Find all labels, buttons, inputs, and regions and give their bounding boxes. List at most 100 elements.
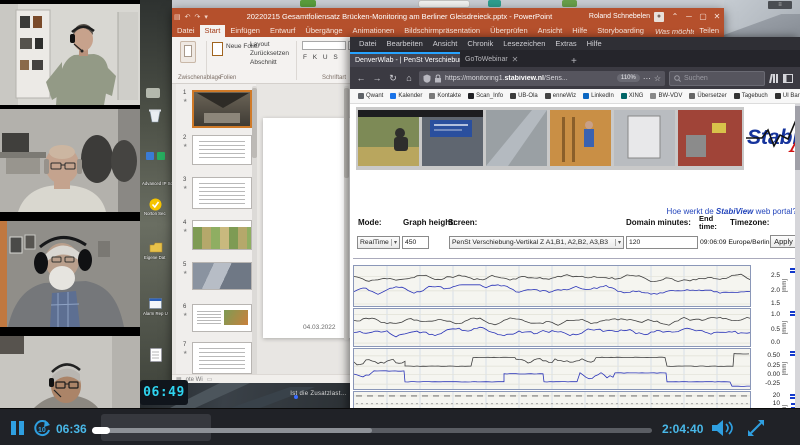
mode-select[interactable]: RealTime▾ [357, 236, 400, 249]
minimize-button[interactable]: ─ [682, 12, 696, 21]
bookmark--bersetzer[interactable]: Übersetzer [689, 93, 726, 99]
new-tab-button[interactable]: + [565, 56, 583, 67]
firefox-menu-hilfe[interactable]: Hilfe [583, 39, 606, 48]
rewind-10-icon[interactable]: 10 [32, 418, 52, 438]
ppt-tab-animationen[interactable]: Animationen [348, 25, 400, 37]
tell-me-box[interactable]: Was möchten Sie tun [649, 25, 694, 37]
ribbon-display-options-icon[interactable]: ⌃ [668, 12, 682, 21]
firefox-menu-chronik[interactable]: Chronik [463, 39, 497, 48]
bookmark-qwant[interactable]: Qwant [358, 93, 383, 99]
thumbnail-scrollbar[interactable] [252, 86, 257, 378]
pause-icon-bar2[interactable] [19, 421, 24, 435]
shield-icon[interactable] [423, 74, 431, 83]
share-button[interactable]: Teilen [694, 25, 724, 37]
bookmark-ennewiz[interactable]: enneWiz [545, 93, 576, 99]
recycle-bin-icon[interactable] [148, 108, 162, 123]
ppt-tab-überprüfen[interactable]: Überprüfen [485, 25, 533, 37]
font-style-buttons[interactable]: F K U S [303, 54, 340, 61]
avatar[interactable]: ● [654, 12, 664, 22]
bookmark-kontakte[interactable]: Kontakte [429, 93, 461, 99]
bookmark-ui-bar[interactable]: UI Bar [775, 93, 800, 99]
ppt-tab-start[interactable]: Start [200, 25, 226, 37]
apply-button[interactable]: Apply [770, 235, 797, 248]
quick-access-dropdown-icon[interactable]: ▾ [204, 13, 208, 21]
alarm-window-icon[interactable] [149, 298, 162, 309]
desktop-app-icon-2[interactable] [157, 152, 165, 160]
account-name[interactable]: Roland Schnebelen [589, 13, 650, 20]
bookmark-linkedin[interactable]: LinkedIn [583, 93, 614, 99]
url-bar[interactable]: https://monitoring1.stabiview.nl/Sens...… [419, 71, 665, 86]
ppt-tab-übergänge[interactable]: Übergänge [300, 25, 347, 37]
tab-close-icon[interactable]: ✕ [512, 55, 519, 64]
slide-thumbnail-5[interactable] [192, 262, 252, 290]
ppt-tab-ansicht[interactable]: Ansicht [533, 25, 568, 37]
progress-bar[interactable] [92, 428, 652, 433]
graph-height-input[interactable]: 450 [402, 236, 429, 249]
slide-thumbnail-2[interactable] [192, 135, 252, 165]
section-button[interactable]: Abschnitt [250, 59, 277, 66]
folder-icon[interactable] [149, 242, 163, 253]
ppt-tab-entwurf[interactable]: Entwurf [265, 25, 300, 37]
tab-title: GoToWebinar [465, 56, 508, 63]
norton-icon[interactable] [149, 198, 162, 211]
sidebar-icon[interactable] [783, 74, 793, 83]
reset-button[interactable]: Zurücksetzen [250, 50, 289, 57]
desktop-wallpaper-corner: ≡ [724, 0, 800, 38]
browser-tab-gotowebinar[interactable]: GoToWebinar ✕ [460, 52, 565, 67]
browser-scrollbar[interactable] [795, 104, 800, 445]
firefox-menu-extras[interactable]: Extras [551, 39, 580, 48]
desktop-app-icon[interactable] [146, 152, 154, 160]
firefox-menu-datei[interactable]: Datei [355, 39, 381, 48]
stabiview-help-link[interactable]: Hoe werkt de StabiView web portal? [667, 207, 797, 216]
maximize-button[interactable]: ▢ [696, 12, 710, 21]
layout-button[interactable]: Layout [250, 41, 270, 48]
screen-select[interactable]: PenSt Verschiebung-Vertikal Z A1,B1, A2,… [449, 236, 624, 249]
search-box[interactable]: Suchen [669, 71, 765, 86]
slide-scrollbar[interactable] [344, 86, 349, 340]
redo-icon[interactable]: ↷ [195, 13, 201, 21]
firefox-menu-lesezeichen[interactable]: Lesezeichen [499, 39, 549, 48]
document-icon[interactable] [150, 348, 162, 362]
slides-group-label: Folien [220, 75, 236, 81]
firefox-menu-ansicht[interactable]: Ansicht [429, 39, 462, 48]
pause-icon[interactable] [11, 421, 16, 435]
home-icon[interactable]: ⌂ [403, 73, 415, 83]
paste-button[interactable] [180, 41, 196, 63]
slide-thumbnail-1[interactable] [192, 90, 252, 128]
ppt-tab-storyboarding[interactable]: Storyboarding [592, 25, 649, 37]
forward-icon[interactable]: → [371, 73, 383, 83]
back-icon[interactable]: ← [355, 73, 367, 83]
ppt-tab-einfügen[interactable]: Einfügen [225, 25, 265, 37]
bookmark-ub-ola[interactable]: UB-Ola [510, 93, 538, 99]
slide-thumbnail-4[interactable] [192, 220, 252, 250]
fullscreen-icon[interactable] [746, 418, 766, 438]
browser-tab-stabiview[interactable]: DenverWlab - | PenSt Verschiebun... ✕ [350, 52, 460, 67]
ppt-tab-hilfe[interactable]: Hilfe [567, 25, 592, 37]
screen: ≡ ▤ ↶ ↷ ▾ 20220215 Gesamtfoliensatz Brüc… [0, 0, 800, 445]
bookmark-tagebuch[interactable]: Tagebuch [734, 93, 768, 99]
save-icon[interactable]: ▤ [174, 13, 181, 21]
reload-icon[interactable]: ↻ [387, 73, 399, 84]
slide-thumbnail-6[interactable] [192, 304, 252, 332]
bookmark-scan-info[interactable]: Scan_Info [468, 93, 503, 99]
bookmark-xing[interactable]: XING [621, 93, 644, 99]
bookmark-star-ic on[interactable]: ☆ [654, 74, 661, 83]
firefox-menu-bearbeiten[interactable]: Bearbeiten [383, 39, 427, 48]
volume-icon[interactable] [710, 419, 736, 437]
close-button[interactable]: ✕ [710, 12, 724, 21]
undo-icon[interactable]: ↶ [185, 13, 191, 21]
slide-thumbnail-3[interactable] [192, 177, 252, 209]
bookmark-kalender[interactable]: Kalender [390, 93, 422, 99]
font-name-combo[interactable] [302, 41, 346, 50]
bookmark-bw-vdv[interactable]: BW-VDV [650, 93, 682, 99]
page-actions-icon[interactable]: ⋯ [643, 74, 651, 83]
domain-minutes-input[interactable]: 120 [626, 236, 698, 249]
minimized-window-icon[interactable]: ≡ [768, 1, 792, 9]
ppt-tab-datei[interactable]: Datei [172, 25, 200, 37]
ppt-tab-bildschirmpräsentation[interactable]: Bildschirmpräsentation [399, 25, 485, 37]
progress-played[interactable] [92, 427, 110, 434]
library-icon[interactable] [769, 74, 779, 83]
zoom-indicator[interactable]: 110% [617, 74, 640, 82]
folder-label: Eigene Dat [144, 256, 165, 260]
slide-thumbnail-7[interactable] [192, 342, 252, 374]
